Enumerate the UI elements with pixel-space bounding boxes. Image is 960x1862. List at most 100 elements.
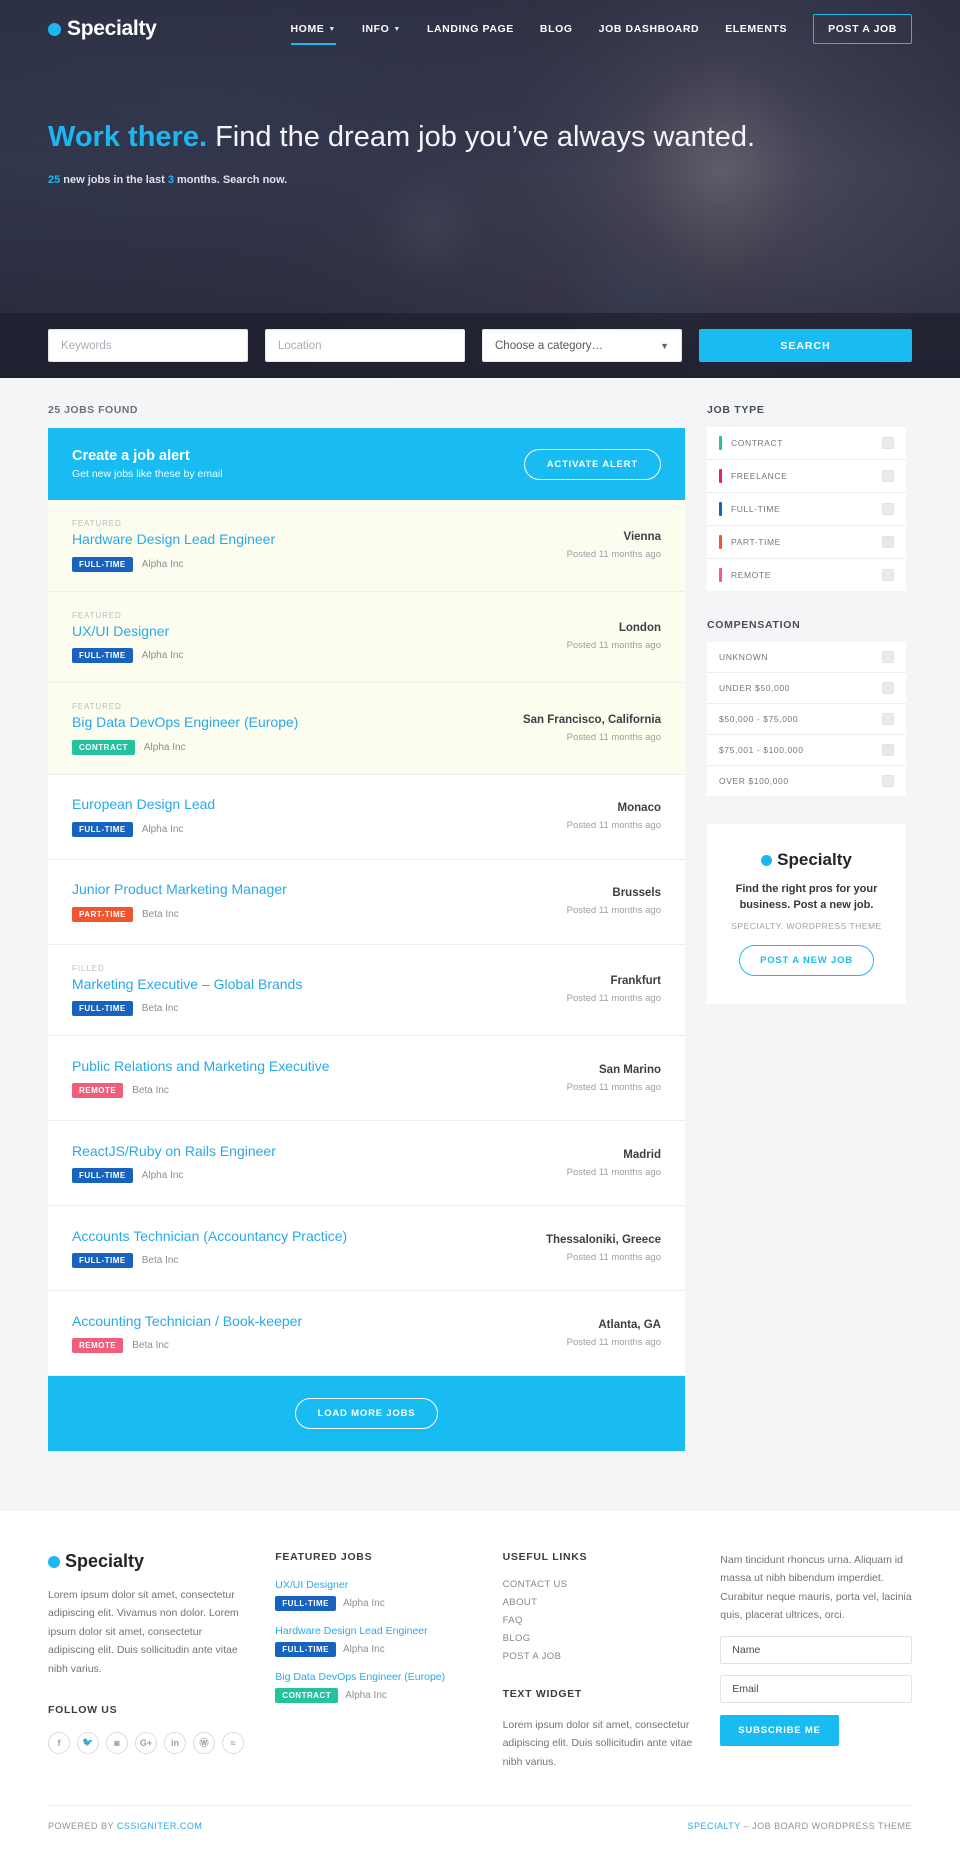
job-title-link[interactable]: Accounts Technician (Accountancy Practic… [72, 1228, 532, 1246]
footer-link[interactable]: FAQ [503, 1615, 695, 1626]
job-company-name: Beta Inc [141, 1255, 179, 1267]
job-listing-row[interactable]: European Design Lead FULL-TIME Alpha Inc Mo… [48, 775, 685, 860]
hero-title: Work there. Find the dream job you’ve al… [48, 118, 912, 156]
email-placeholder: Email [732, 1682, 759, 1695]
job-listing-row[interactable]: ReactJS/Ruby on Rails Engineer FULL-TIME A… [48, 1121, 685, 1206]
job-listing-row[interactable]: FEATURED Big Data DevOps Engineer (Europe… [48, 683, 685, 775]
filter-checkbox[interactable] [882, 713, 894, 725]
compensation-filter-row[interactable]: UNDER $50,000 [707, 673, 906, 704]
job-title-link[interactable]: ReactJS/Ruby on Rails Engineer [72, 1143, 553, 1161]
job-side-info: San Marino Posted 11 months ago [553, 1064, 661, 1093]
rss-icon[interactable]: ≈ [222, 1731, 244, 1754]
compensation-filter-row[interactable]: $50,000 - $75,000 [707, 704, 906, 735]
twitter-icon[interactable]: 🐦 [77, 1731, 99, 1754]
category-select[interactable]: Choose a category… ▼ [482, 329, 682, 362]
footer-newsletter-column: Nam tincidunt rhoncus urna. Aliquam id m… [720, 1551, 912, 1771]
activate-alert-button[interactable]: ACTIVATE ALERT [523, 448, 661, 480]
footer-link[interactable]: POST A JOB [503, 1651, 695, 1662]
newsletter-email-input[interactable]: Email [720, 1674, 912, 1703]
filter-checkbox[interactable] [882, 536, 894, 548]
search-button[interactable]: SEARCH [699, 329, 912, 362]
job-listing-row[interactable]: Accounts Technician (Accountancy Practic… [48, 1206, 685, 1291]
post-a-job-button[interactable]: POST A JOB [813, 14, 912, 44]
location-input[interactable]: Location [265, 329, 465, 362]
page-body: 25 JOBS FOUND Create a job alert Get new… [0, 378, 960, 1511]
footer-featured-jobs-column: FEATURED JOBS UX/UI Designer FULL-TIME Alp… [275, 1551, 476, 1771]
job-company-name: Beta Inc [132, 1085, 169, 1097]
compensation-filter-row[interactable]: OVER $100,000 [707, 766, 906, 796]
nav-item-elements[interactable]: ELEMENTS [725, 19, 787, 39]
compensation-filter-row[interactable]: $75,001 - $100,000 [707, 735, 906, 766]
footer-logo[interactable]: Specialty [48, 1551, 249, 1572]
job-type-filter-row[interactable]: FULL-TIME [707, 493, 906, 526]
job-type-filter-row[interactable]: PART-TIME [707, 526, 906, 559]
job-title-link[interactable]: Hardware Design Lead Engineer [72, 531, 553, 549]
job-type-badge: CONTRACT [275, 1688, 339, 1703]
filter-checkbox[interactable] [882, 775, 894, 787]
job-posted-date: Posted 11 months ago [566, 1081, 661, 1093]
powered-by: POWERED BY CSSIGNITER.COM [48, 1821, 202, 1831]
specialty-link[interactable]: SPECIALTY [687, 1821, 740, 1831]
footer-links-list: CONTACT US ABOUT FAQ BLOG POST A JOB [503, 1579, 695, 1662]
job-title-link[interactable]: Big Data DevOps Engineer (Europe) [72, 714, 509, 732]
job-posted-date: Posted 11 months ago [566, 548, 661, 560]
nav-item-blog[interactable]: BLOG [540, 19, 573, 39]
load-more-jobs-button[interactable]: LOAD MORE JOBS [294, 1398, 439, 1429]
wordpress-icon[interactable]: Ⓦ [193, 1731, 215, 1754]
job-type-color-swatch [719, 469, 722, 483]
footer-link[interactable]: CONTACT US [503, 1579, 695, 1590]
filter-checkbox[interactable] [882, 744, 894, 756]
footer-bottom-bar: POWERED BY CSSIGNITER.COM SPECIALTY – JO… [48, 1805, 912, 1853]
newsletter-name-input[interactable]: Name [720, 1635, 912, 1664]
filter-checkbox[interactable] [882, 503, 894, 515]
job-title-link[interactable]: Public Relations and Marketing Executive [72, 1058, 553, 1076]
filter-checkbox[interactable] [882, 651, 894, 663]
linkedin-icon[interactable]: in [164, 1731, 186, 1754]
nav-item-job-dashboard[interactable]: JOB DASHBOARD [599, 19, 700, 39]
job-side-info: Thessaloniki, Greece Posted 11 months ago [532, 1234, 661, 1263]
job-listing-row[interactable]: FILLED Marketing Executive – Global Brand… [48, 945, 685, 1036]
job-title-link[interactable]: UX/UI Designer [72, 623, 553, 641]
job-type-filter-row[interactable]: CONTRACT [707, 427, 906, 460]
compensation-filter-row[interactable]: UNKNOWN [707, 642, 906, 673]
job-listing-row[interactable]: FEATURED Hardware Design Lead Engineer FUL… [48, 500, 685, 592]
job-listing-row[interactable]: Accounting Technician / Book-keeper REMOT… [48, 1291, 685, 1376]
job-title-link[interactable]: Accounting Technician / Book-keeper [72, 1313, 553, 1331]
keywords-input[interactable]: Keywords [48, 329, 248, 362]
footer-job-title[interactable]: Big Data DevOps Engineer (Europe) [275, 1671, 476, 1683]
footer-job-title[interactable]: Hardware Design Lead Engineer [275, 1625, 476, 1637]
job-posted-date: Posted 11 months ago [566, 993, 661, 1005]
nav-item-home[interactable]: HOME ▼ [290, 19, 337, 45]
job-title-link[interactable]: Marketing Executive – Global Brands [72, 976, 553, 994]
post-a-new-job-button[interactable]: POST A NEW JOB [739, 944, 874, 976]
nav-item-info[interactable]: INFO ▼ [362, 19, 401, 39]
google-plus-icon[interactable]: G+ [135, 1731, 157, 1754]
location-placeholder: Location [278, 339, 322, 352]
filter-checkbox[interactable] [882, 470, 894, 482]
job-type-filter-row[interactable]: REMOTE [707, 559, 906, 591]
footer-job-company: Alpha Inc [345, 1690, 387, 1701]
hero-title-strong: Work there. [48, 121, 208, 153]
footer-link[interactable]: ABOUT [503, 1597, 695, 1608]
footer-featured-job[interactable]: Big Data DevOps Engineer (Europe) CONTRAC… [275, 1671, 476, 1703]
job-listing-row[interactable]: Public Relations and Marketing Executive… [48, 1036, 685, 1121]
site-logo[interactable]: Specialty [48, 17, 157, 41]
filter-checkbox[interactable] [882, 569, 894, 581]
cssigniter-link[interactable]: CSSIGNITER.COM [117, 1821, 203, 1831]
instagram-icon[interactable]: ◙ [106, 1731, 128, 1754]
hero-title-rest: Find the dream job you’ve always wanted. [207, 121, 756, 153]
footer-job-title[interactable]: UX/UI Designer [275, 1579, 476, 1591]
job-listing-row[interactable]: FEATURED UX/UI Designer FULL-TIME Alpha Inc… [48, 591, 685, 683]
footer-featured-job[interactable]: Hardware Design Lead Engineer FULL-TIME Al… [275, 1625, 476, 1657]
filter-checkbox[interactable] [882, 682, 894, 694]
job-listing-row[interactable]: Junior Product Marketing Manager PART-TIM… [48, 860, 685, 945]
job-title-link[interactable]: Junior Product Marketing Manager [72, 881, 553, 899]
subscribe-button[interactable]: SUBSCRIBE ME [720, 1714, 839, 1746]
job-title-link[interactable]: European Design Lead [72, 796, 553, 814]
footer-link[interactable]: BLOG [503, 1633, 695, 1644]
job-type-filter-row[interactable]: FREELANCE [707, 460, 906, 493]
facebook-icon[interactable]: f [48, 1731, 70, 1754]
nav-item-landing-page[interactable]: LANDING PAGE [427, 19, 514, 39]
footer-featured-job[interactable]: UX/UI Designer FULL-TIME Alpha Inc [275, 1579, 476, 1611]
filter-checkbox[interactable] [882, 437, 894, 449]
